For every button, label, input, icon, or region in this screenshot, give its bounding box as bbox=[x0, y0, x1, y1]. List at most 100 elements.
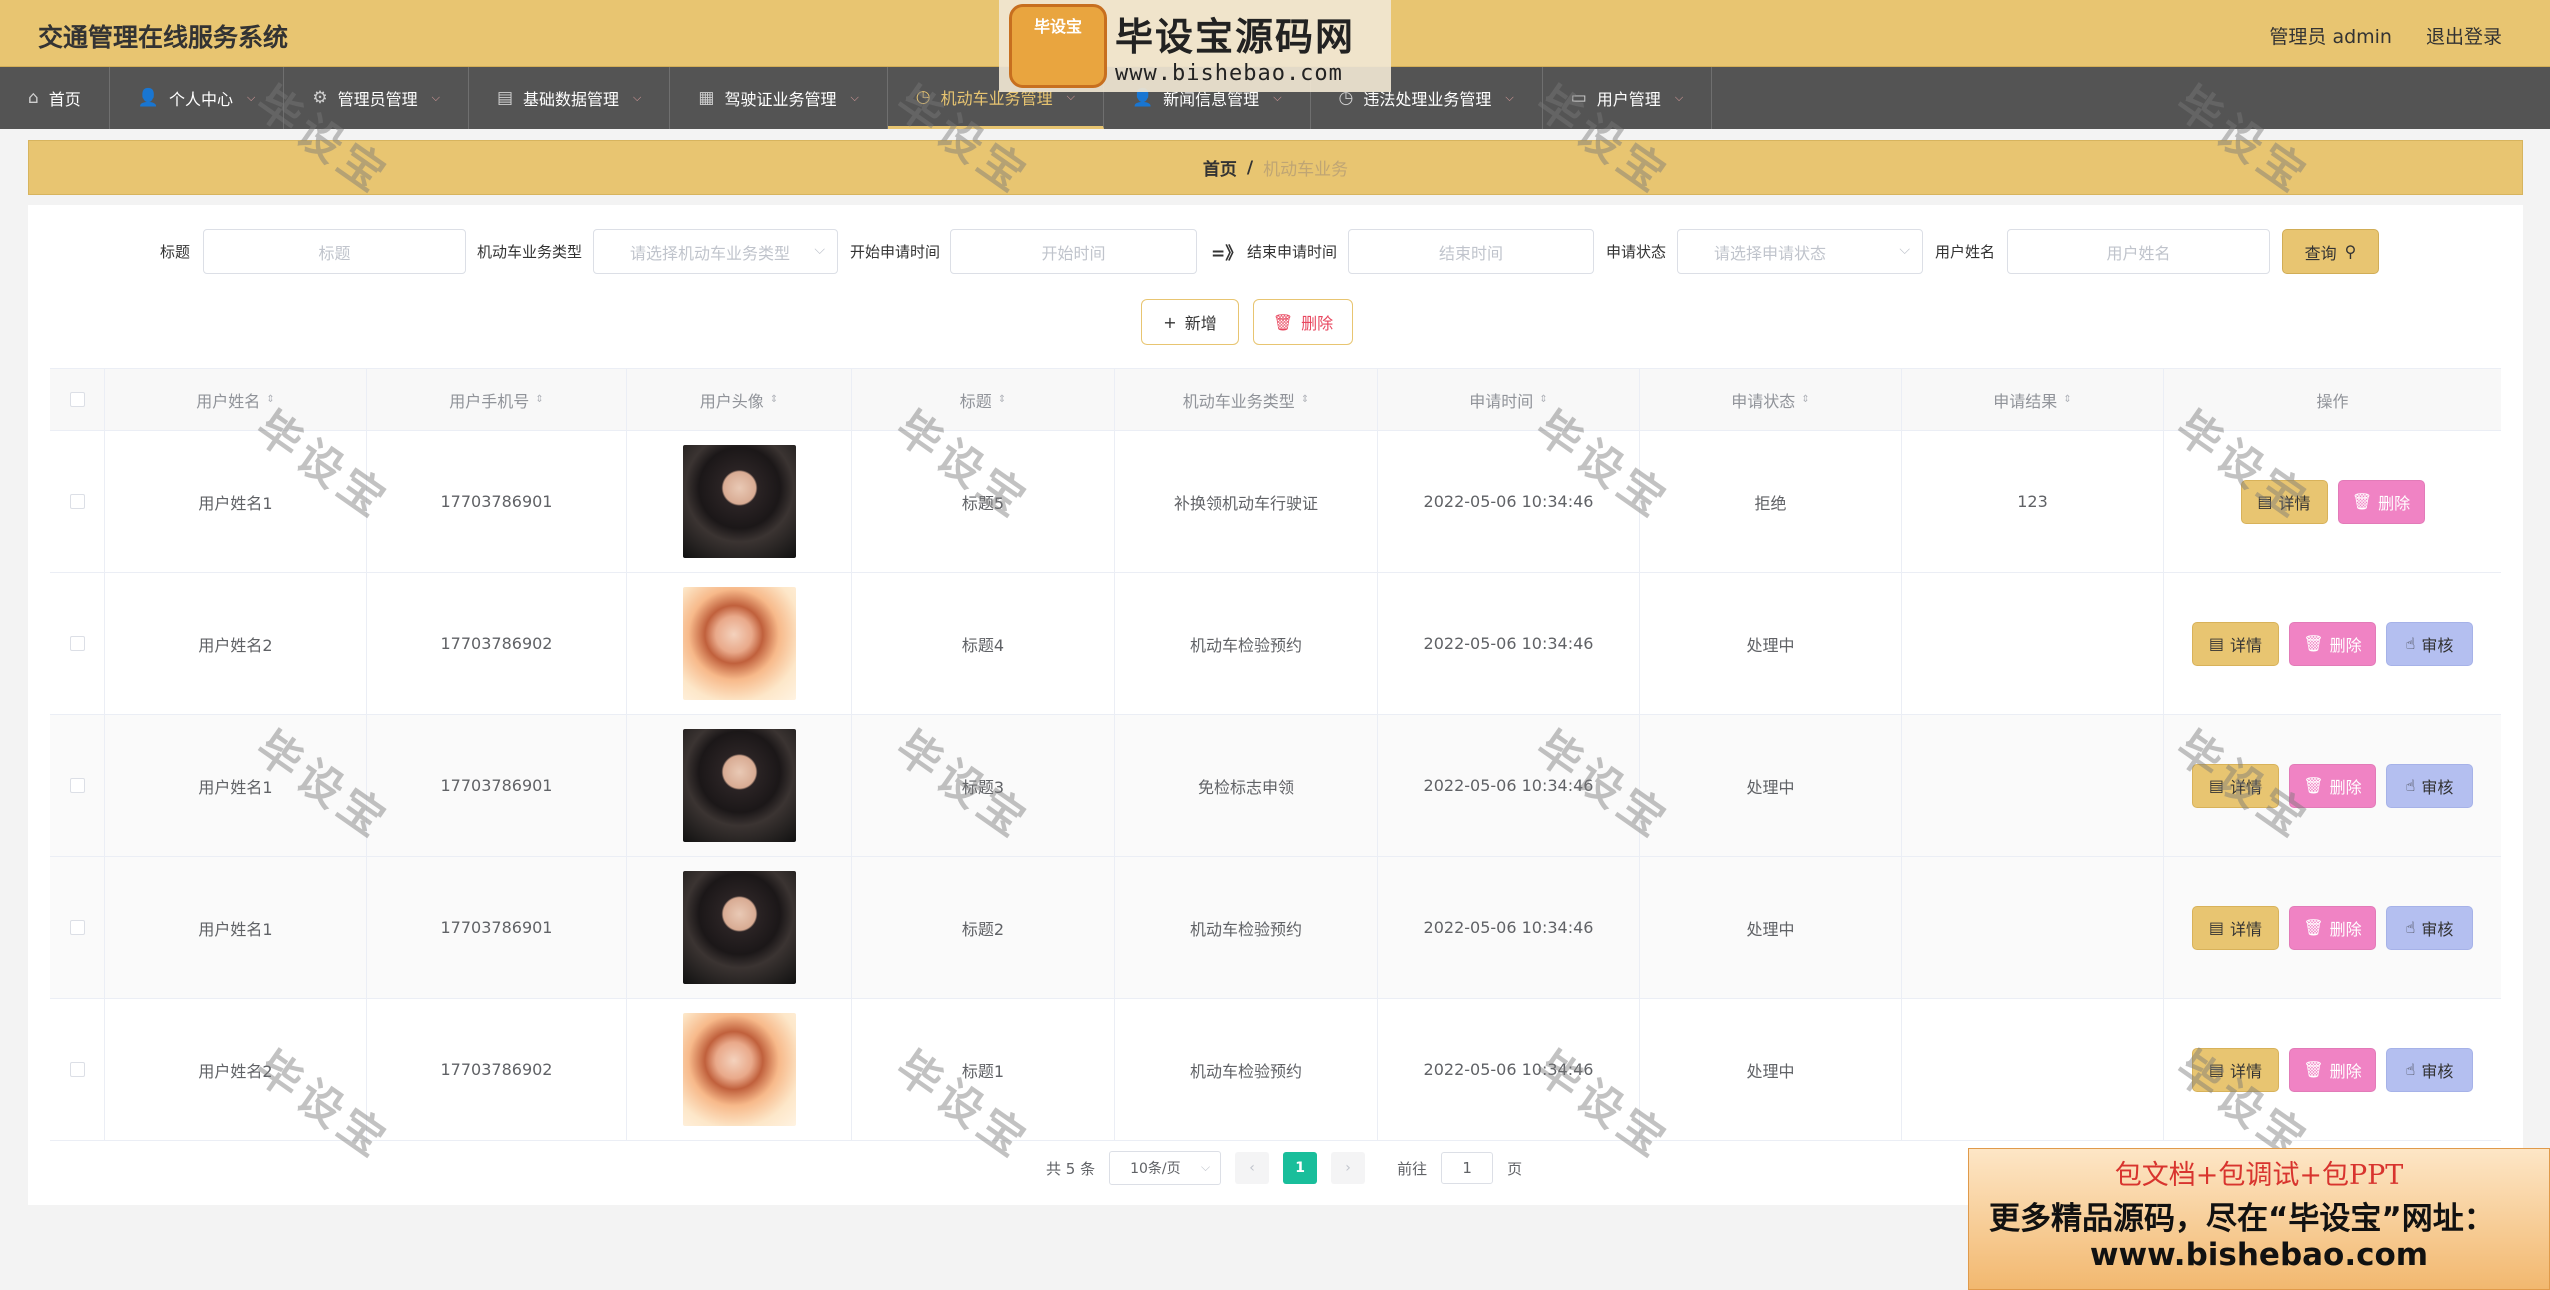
row-checkbox[interactable] bbox=[69, 920, 85, 935]
nav-item-label: 管理员管理 bbox=[337, 90, 418, 109]
logout-button[interactable]: 退出登录 bbox=[2426, 22, 2502, 49]
avatar[interactable] bbox=[682, 445, 796, 558]
nav-item-label: 用户管理 bbox=[1596, 90, 1661, 109]
avatar[interactable] bbox=[682, 587, 796, 700]
hand-icon: ☝ bbox=[2405, 776, 2416, 795]
type-select[interactable]: 请选择机动车业务类型 ⌵ bbox=[593, 229, 838, 274]
user-icon: 👤 bbox=[1132, 88, 1154, 108]
row-actions: ▤ 详情 🗑 删除 ☝ 审核 bbox=[2192, 1047, 2473, 1092]
detail-button[interactable]: ▤ 详情 bbox=[2240, 479, 2328, 524]
audit-button[interactable]: ☝ 审核 bbox=[2386, 763, 2473, 808]
query-button[interactable]: 查询 ⚲ bbox=[2282, 229, 2379, 274]
batch-delete-button[interactable]: 🗑 删除 bbox=[1253, 299, 1353, 345]
nav-item-1[interactable]: 👤 个人中心 ⌵ bbox=[110, 67, 285, 129]
delete-button[interactable]: 🗑 删除 bbox=[2289, 1047, 2376, 1092]
nav-item-0[interactable]: ⌂ 首页 bbox=[0, 67, 110, 129]
chevron-down-icon: ⌵ bbox=[814, 242, 825, 258]
nav-item-2[interactable]: ⚙ 管理员管理 ⌵ bbox=[284, 67, 469, 129]
start-time-input[interactable]: 开始时间 bbox=[950, 229, 1197, 274]
title-input[interactable]: 标题 bbox=[203, 229, 466, 274]
document-icon: ▤ bbox=[2208, 1060, 2225, 1079]
nav-item-label: 驾驶证业务管理 bbox=[724, 90, 837, 109]
admin-user-label[interactable]: 管理员 admin bbox=[2269, 22, 2392, 49]
nav-item-4[interactable]: ▦ 驾驶证业务管理 ⌵ bbox=[670, 67, 888, 129]
user-name-input[interactable]: 用户姓名 bbox=[2007, 229, 2270, 274]
user-phone-cell: 17703786901 bbox=[367, 715, 627, 856]
sort-icon[interactable]: ⇕ bbox=[535, 394, 543, 405]
column-header-label: 用户手机号 bbox=[449, 391, 530, 411]
sort-icon[interactable]: ⇕ bbox=[266, 394, 274, 405]
apply-time-cell: 2022-05-06 10:34:46 bbox=[1378, 857, 1640, 998]
delete-button[interactable]: 🗑 删除 bbox=[2337, 479, 2425, 524]
row-checkbox[interactable] bbox=[69, 1062, 85, 1077]
detail-button[interactable]: ▤ 详情 bbox=[2192, 621, 2279, 666]
audit-button[interactable]: ☝ 审核 bbox=[2386, 621, 2473, 666]
apply-status-cell: 处理中 bbox=[1640, 999, 1902, 1140]
goto-page-input[interactable]: 1 bbox=[1441, 1152, 1494, 1184]
avatar[interactable] bbox=[682, 729, 796, 842]
column-header[interactable]: 申请时间 ⇕ bbox=[1378, 369, 1640, 430]
breadcrumb-home[interactable]: 首页 bbox=[1203, 155, 1237, 180]
column-header[interactable]: 用户姓名 ⇕ bbox=[105, 369, 367, 430]
table-body: 用户姓名1 17703786901 标题5 补换领机动车行驶证 2022-05-06 1… bbox=[50, 431, 2501, 1141]
title-cell: 标题4 bbox=[852, 573, 1115, 714]
column-header[interactable]: 用户头像 ⇕ bbox=[627, 369, 852, 430]
column-header[interactable]: 标题 ⇕ bbox=[852, 369, 1115, 430]
column-header[interactable]: 机动车业务类型 ⇕ bbox=[1115, 369, 1378, 430]
audit-button[interactable]: ☝ 审核 bbox=[2386, 905, 2473, 950]
nav-item-7[interactable]: ◷ 违法处理业务管理 ⌵ bbox=[1311, 67, 1543, 129]
nav-item-8[interactable]: ▭ 用户管理 ⌵ bbox=[1543, 67, 1713, 129]
row-checkbox[interactable] bbox=[69, 636, 85, 651]
column-header[interactable]: 用户手机号 ⇕ bbox=[367, 369, 627, 430]
title-cell: 标题5 bbox=[852, 431, 1115, 572]
nav-item-6[interactable]: 👤 新闻信息管理 ⌵ bbox=[1104, 67, 1311, 129]
user-icon: 👤 bbox=[137, 88, 159, 108]
sort-icon[interactable]: ⇕ bbox=[770, 394, 778, 405]
delete-button[interactable]: 🗑 删除 bbox=[2289, 763, 2376, 808]
page-number-current[interactable]: 1 bbox=[1283, 1152, 1318, 1184]
sort-icon[interactable]: ⇕ bbox=[1539, 394, 1547, 405]
apply-status-cell: 拒绝 bbox=[1640, 431, 1902, 572]
pagination: 共 5 条 10条/页 ⌵ ‹ 1 › 前往 1 页 bbox=[1046, 1150, 1522, 1186]
nav-item-3[interactable]: ▤ 基础数据管理 ⌵ bbox=[469, 67, 671, 129]
page-size-select[interactable]: 10条/页 ⌵ bbox=[1109, 1151, 1222, 1185]
add-button[interactable]: + 新增 bbox=[1141, 299, 1239, 345]
audit-button[interactable]: ☝ 审核 bbox=[2386, 1047, 2473, 1092]
prev-page-button[interactable]: ‹ bbox=[1235, 1152, 1270, 1184]
range-arrow: =》 bbox=[1211, 244, 1243, 264]
delete-button-label: 删除 bbox=[2329, 777, 2362, 797]
avatar-cell bbox=[627, 715, 852, 856]
detail-button[interactable]: ▤ 详情 bbox=[2192, 905, 2279, 950]
nav-item-5[interactable]: ◷ 机动车业务管理 ⌵ bbox=[887, 67, 1104, 129]
delete-button-label: 删除 bbox=[2329, 635, 2362, 655]
row-select-cell bbox=[50, 857, 105, 998]
apply-time-cell: 2022-05-06 10:34:46 bbox=[1378, 999, 1640, 1140]
row-checkbox[interactable] bbox=[69, 494, 85, 509]
select-all-checkbox[interactable] bbox=[69, 392, 85, 407]
column-header[interactable]: 申请结果 ⇕ bbox=[1902, 369, 2164, 430]
user-name-cell: 用户姓名1 bbox=[105, 431, 367, 572]
detail-button[interactable]: ▤ 详情 bbox=[2192, 763, 2279, 808]
delete-button[interactable]: 🗑 删除 bbox=[2289, 621, 2376, 666]
sort-icon[interactable]: ⇕ bbox=[1301, 394, 1309, 405]
column-header[interactable]: 申请状态 ⇕ bbox=[1640, 369, 1902, 430]
row-checkbox[interactable] bbox=[69, 778, 85, 793]
sort-icon[interactable]: ⇕ bbox=[1801, 394, 1809, 405]
detail-button[interactable]: ▤ 详情 bbox=[2192, 1047, 2279, 1092]
avatar[interactable] bbox=[682, 1013, 796, 1126]
sort-icon[interactable]: ⇕ bbox=[998, 394, 1006, 405]
avatar[interactable] bbox=[682, 871, 796, 984]
status-select[interactable]: 请选择申请状态 ⌵ bbox=[1677, 229, 1923, 274]
sort-icon[interactable]: ⇕ bbox=[2063, 394, 2071, 405]
type-label: 机动车业务类型 bbox=[477, 243, 583, 261]
user-phone-cell: 17703786902 bbox=[367, 573, 627, 714]
delete-button[interactable]: 🗑 删除 bbox=[2289, 905, 2376, 950]
search-form: 标题 标题 机动车业务类型 请选择机动车业务类型 ⌵ 开始申请时间 开始时间 =… bbox=[28, 227, 2523, 275]
next-page-button[interactable]: › bbox=[1331, 1152, 1366, 1184]
page-size-value: 10条/页 bbox=[1130, 1161, 1181, 1177]
column-header: 操作 bbox=[2164, 369, 2501, 430]
delete-button-label: 删除 bbox=[2378, 493, 2411, 513]
end-time-input[interactable]: 结束时间 bbox=[1348, 229, 1594, 274]
trash-icon: 🗑 bbox=[1272, 312, 1294, 332]
chevron-down-icon: ⌵ bbox=[1899, 242, 1910, 258]
